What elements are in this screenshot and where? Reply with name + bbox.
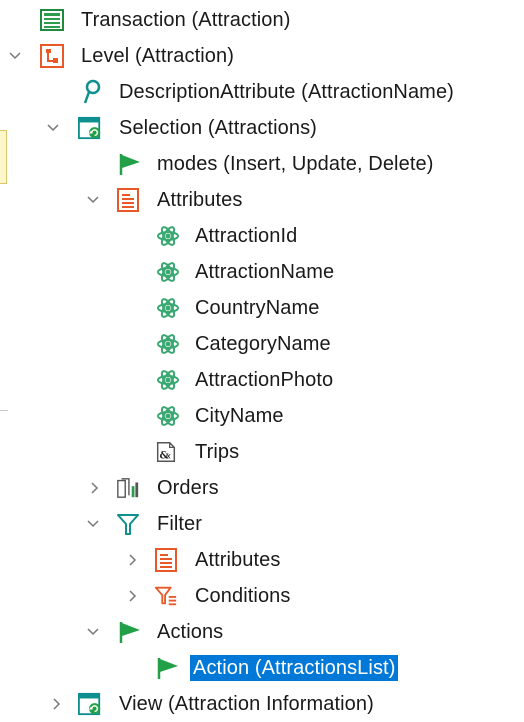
level-icon <box>40 44 64 68</box>
tree-label-filter-attributes: Attributes <box>195 549 281 571</box>
left-panel-divider <box>0 410 8 411</box>
key-icon <box>80 79 104 104</box>
tree-label-filter: Filter <box>157 513 203 535</box>
left-panel-fragment <box>0 130 7 184</box>
flag-icon <box>118 620 142 644</box>
tree-label-attributes: Attributes <box>157 189 243 211</box>
atom-icon <box>156 404 180 428</box>
attribute-item-label: CityName <box>195 405 284 427</box>
attributes-icon <box>154 548 178 572</box>
chevron-right-icon[interactable] <box>88 481 102 495</box>
atom-icon <box>156 224 180 248</box>
chevron-right-icon[interactable] <box>50 697 64 711</box>
filter-icon <box>116 512 140 536</box>
conditions-icon <box>154 584 178 608</box>
tree-label-trips: Trips <box>195 441 240 463</box>
attribute-item-label: AttractionName <box>195 261 335 283</box>
chevron-down-icon[interactable] <box>46 121 60 135</box>
chevron-down-icon[interactable] <box>86 625 100 639</box>
trips-icon: & x <box>154 440 178 464</box>
tree-label-action-selected: Action (AttractionsList) <box>190 655 399 681</box>
atom-icon <box>156 332 180 356</box>
attributes-icon <box>116 188 140 212</box>
transaction-icon <box>40 8 64 32</box>
tree-label-conditions: Conditions <box>195 585 291 607</box>
chevron-down-icon[interactable] <box>8 49 22 63</box>
tree-label-modes: modes (Insert, Update, Delete) <box>157 153 434 175</box>
atom-icon <box>156 296 180 320</box>
attribute-item-label: AttractionPhoto <box>195 369 334 391</box>
tree-label-level: Level (Attraction) <box>81 45 234 67</box>
flag-icon <box>118 152 142 176</box>
chevron-down-icon[interactable] <box>86 517 100 531</box>
selection-icon <box>78 116 102 140</box>
svg-text:x: x <box>166 450 171 460</box>
attribute-item-label: AttractionId <box>195 225 298 247</box>
flag-icon <box>156 656 180 680</box>
view-icon <box>78 692 102 716</box>
atom-icon <box>156 260 180 284</box>
tree-label-view: View (Attraction Information) <box>119 693 374 715</box>
tree-label-selection: Selection (Attractions) <box>119 117 317 139</box>
chevron-right-icon[interactable] <box>126 589 140 603</box>
orders-icon <box>116 476 140 500</box>
tree-label-transaction: Transaction (Attraction) <box>81 9 291 31</box>
atom-icon <box>156 368 180 392</box>
chevron-right-icon[interactable] <box>126 553 140 567</box>
tree-label-orders: Orders <box>157 477 219 499</box>
attribute-item-label: CountryName <box>195 297 320 319</box>
tree-label-description-attribute: DescriptionAttribute (AttractionName) <box>119 81 454 103</box>
tree-label-actions: Actions <box>157 621 224 643</box>
attribute-item-label: CategoryName <box>195 333 331 355</box>
chevron-down-icon[interactable] <box>86 193 100 207</box>
